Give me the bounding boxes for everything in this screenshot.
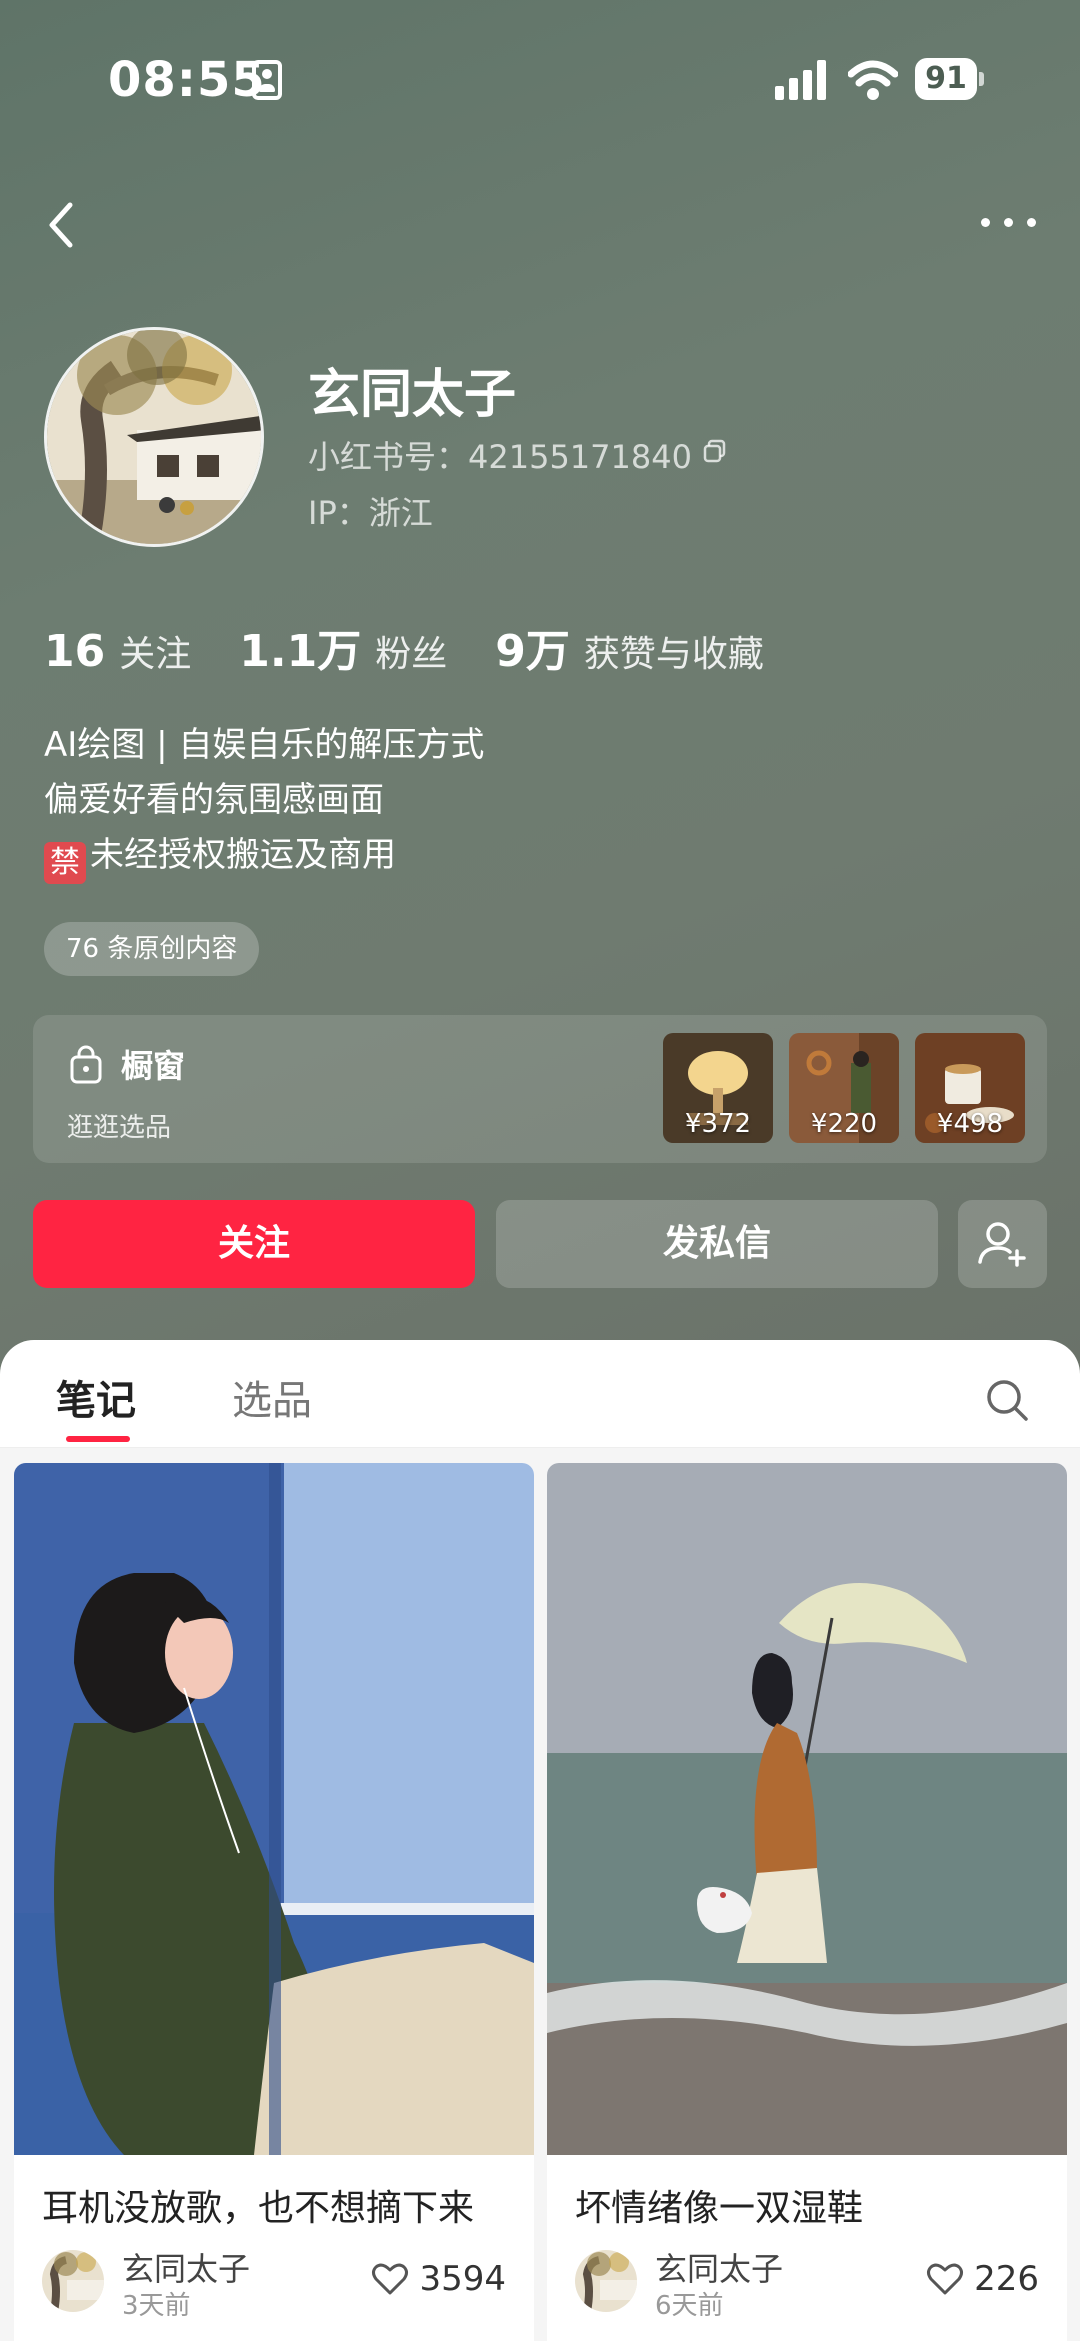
note-like-count: 3594 [419, 2259, 506, 2299]
product-thumbnail[interactable]: ¥220 [789, 1033, 899, 1143]
heart-icon [927, 2263, 964, 2295]
note-author-name: 玄同太子 [655, 2250, 784, 2288]
search-icon[interactable] [985, 1378, 1029, 1422]
note-like[interactable]: 3594 [371, 2259, 506, 2299]
stat-likes[interactable]: 9万 获赞与收藏 [495, 615, 764, 679]
tab-notes[interactable]: 笔记 [56, 1368, 136, 1426]
note-card[interactable]: 坏情绪像一双湿鞋 玄同太子 6天前 226 [547, 1463, 1067, 2341]
product-price: ¥498 [936, 1109, 1004, 1139]
status-time: 08:55 [108, 52, 266, 108]
product-thumbnail[interactable]: ¥372 [663, 1033, 773, 1143]
note-author-avatar[interactable] [575, 2250, 637, 2312]
note-author-avatar[interactable] [42, 2250, 104, 2312]
tab-selections[interactable]: 选品 [232, 1368, 312, 1426]
contact-card-icon [252, 60, 282, 100]
stat-fans[interactable]: 1.1万 粉丝 [239, 615, 447, 679]
note-cover-image[interactable] [547, 1463, 1067, 2155]
stat-following[interactable]: 16 关注 [44, 625, 191, 677]
copy-icon[interactable] [702, 438, 728, 464]
battery-level: 91 [915, 58, 977, 100]
add-user-icon [978, 1222, 1026, 1267]
heart-icon [372, 2263, 409, 2295]
stat-fans-label: 粉丝 [375, 634, 448, 675]
profile-name: 玄同太子 [308, 365, 517, 425]
wifi-icon [848, 60, 898, 100]
bio-line: AI绘图 | 自娱自乐的解压方式 [44, 725, 485, 765]
bio-line: 偏爱好看的氛围感画面 [44, 780, 384, 820]
note-time: 6天前 [655, 2291, 724, 2321]
note-title: 耳机没放歌，也不想摘下来 [42, 2188, 475, 2229]
product-price: ¥220 [810, 1109, 878, 1139]
more-icon[interactable] [975, 200, 1045, 240]
stat-likes-count: 9万 [495, 626, 570, 677]
stat-fans-count: 1.1万 [239, 626, 362, 677]
ip-location: IP：浙江 [308, 494, 433, 532]
stat-following-label: 关注 [119, 634, 192, 675]
content-tabs: 笔记 选品 [0, 1340, 1080, 1448]
stat-following-count: 16 [44, 626, 106, 677]
bio-line: 禁未经授权搬运及商用 [44, 828, 484, 884]
follow-button[interactable]: 关注 [33, 1200, 475, 1288]
profile-stats: 16 关注 1.1万 粉丝 9万 获赞与收藏 [44, 615, 812, 677]
original-content-badge: 76 条原创内容 [44, 922, 260, 976]
note-like[interactable]: 226 [926, 2259, 1039, 2299]
signal-icon [775, 60, 827, 100]
ban-icon: 禁 [44, 842, 86, 884]
note-author-name: 玄同太子 [122, 2250, 251, 2288]
stat-likes-label: 获赞与收藏 [583, 634, 764, 675]
product-price: ¥372 [684, 1109, 752, 1139]
note-cover-image[interactable] [14, 1463, 534, 2155]
product-thumbnail[interactable]: ¥498 [915, 1033, 1025, 1143]
add-friend-button[interactable] [958, 1200, 1047, 1288]
shop-title: 橱窗 [121, 1047, 186, 1085]
shop-window[interactable]: 橱窗 逛逛选品 ¥372 ¥220 ¥498 [33, 1015, 1047, 1163]
bio-line-text: 未经授权搬运及商用 [90, 835, 396, 875]
battery-icon: 91 [915, 58, 985, 102]
red-id: 小红书号：42155171840 [308, 438, 692, 476]
tab-indicator [66, 1436, 130, 1442]
message-button[interactable]: 发私信 [496, 1200, 938, 1288]
profile-bio: AI绘图 | 自娱自乐的解压方式 偏爱好看的氛围感画面 禁未经授权搬运及商用 [44, 718, 484, 884]
note-time: 3天前 [122, 2291, 191, 2321]
note-title: 坏情绪像一双湿鞋 [575, 2188, 864, 2229]
avatar[interactable] [44, 327, 264, 547]
status-bar: 08:55 91 [0, 0, 1080, 160]
shop-subtitle: 逛逛选品 [67, 1113, 172, 1143]
profile-header: 08:55 91 玄同太子 小红书号：42155171840 IP：浙江 16 … [0, 0, 1080, 1380]
shopping-bag-icon [70, 1045, 102, 1084]
note-like-count: 226 [974, 2259, 1039, 2299]
note-card[interactable]: 耳机没放歌，也不想摘下来 玄同太子 3天前 3594 [14, 1463, 534, 2341]
back-chevron-icon[interactable] [40, 195, 90, 255]
